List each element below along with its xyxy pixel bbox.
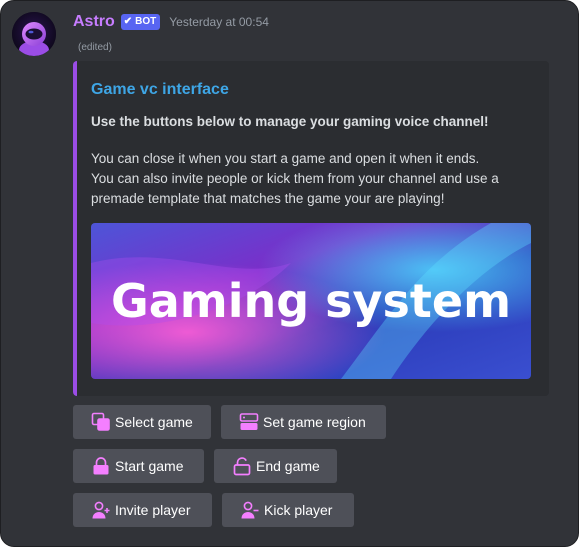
embed: Game vc interface Use the buttons below … [73, 61, 549, 396]
embed-subtitle: Use the buttons below to manage your gam… [91, 114, 489, 129]
server-region-icon [239, 412, 259, 432]
start-game-button[interactable]: Start game [73, 449, 204, 483]
message-timestamp[interactable]: Yesterday at 00:54 [169, 15, 269, 29]
lock-open-icon [232, 456, 252, 476]
embed-banner-image[interactable]: Gaming system [91, 223, 531, 379]
kick-player-label: Kick player [264, 502, 333, 518]
message-card: Astro ✔ BOT Yesterday at 00:54 (edited) … [0, 0, 579, 547]
description-line: You can close it when you start a game a… [91, 151, 480, 166]
invite-player-label: Invite player [115, 502, 191, 518]
astronaut-avatar-icon [12, 12, 56, 56]
description-line: premade template that matches the game y… [91, 191, 445, 206]
set-game-region-button[interactable]: Set game region [221, 405, 386, 439]
end-game-label: End game [256, 458, 320, 474]
embed-description: You can close it when you start a game a… [91, 149, 541, 209]
invite-player-button[interactable]: Invite player [73, 493, 212, 527]
start-game-label: Start game [115, 458, 184, 474]
banner-text: Gaming system [111, 274, 511, 328]
add-user-icon [91, 500, 111, 520]
end-game-button[interactable]: End game [214, 449, 337, 483]
message-header: Astro ✔ BOT Yesterday at 00:54 [73, 10, 269, 34]
edited-label: (edited) [78, 42, 112, 53]
verified-check-icon: ✔ [123, 16, 133, 27]
remove-user-icon [240, 500, 260, 520]
kick-player-button[interactable]: Kick player [222, 493, 354, 527]
embed-title[interactable]: Game vc interface [91, 81, 229, 99]
lock-closed-icon [91, 456, 111, 476]
gaming-banner-graphic: Gaming system [91, 223, 531, 379]
bot-avatar[interactable] [12, 12, 56, 56]
author-name[interactable]: Astro [73, 13, 115, 31]
bot-badge: ✔ BOT [120, 14, 161, 30]
select-game-icon [91, 412, 111, 432]
set-game-region-label: Set game region [263, 414, 366, 430]
select-game-button[interactable]: Select game [73, 405, 211, 439]
description-line: You can also invite people or kick them … [91, 171, 499, 186]
select-game-label: Select game [115, 414, 193, 430]
bot-badge-label: BOT [135, 16, 157, 27]
